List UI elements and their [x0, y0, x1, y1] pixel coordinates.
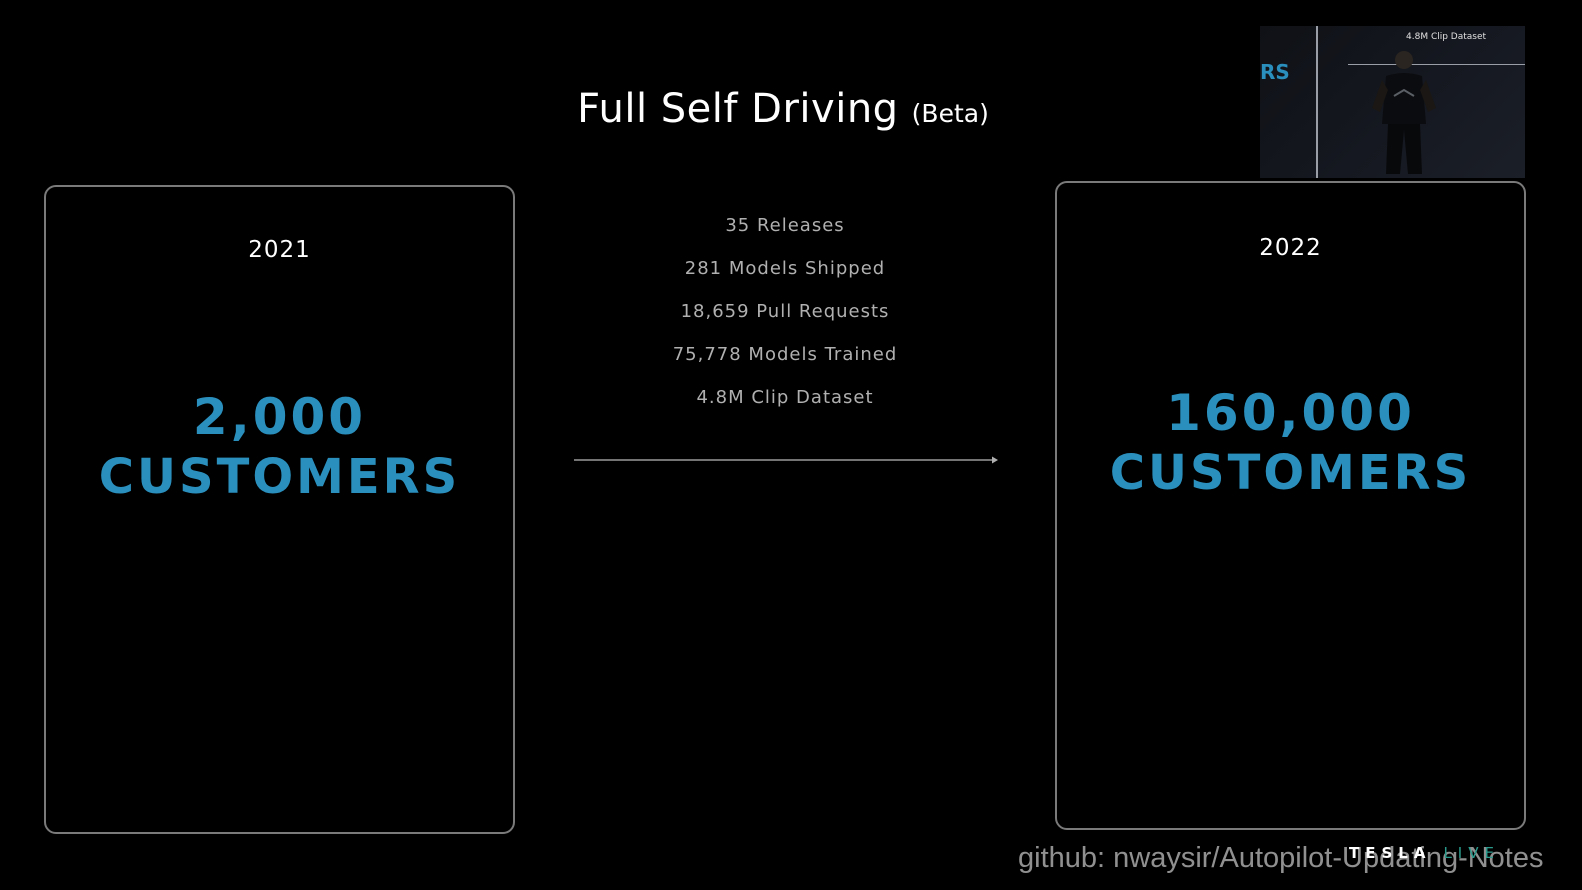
customer-label-2021: CUSTOMERS [98, 449, 461, 505]
customer-count-2022: 160,000 CUSTOMERS [1057, 383, 1524, 503]
stat-pull-requests: 18,659 Pull Requests [680, 301, 890, 322]
customer-number-2021: 2,000 [192, 388, 367, 446]
tesla-logo-word: TESLA [1349, 844, 1432, 862]
card-2021: 2021 2,000 CUSTOMERS [44, 185, 515, 834]
stat-releases: 35 Releases [725, 215, 845, 236]
stat-models-trained: 75,778 Models Trained [672, 344, 898, 365]
stats-list: 35 Releases 281 Models Shipped 18,659 Pu… [574, 212, 996, 427]
stat-models-shipped: 281 Models Shipped [684, 258, 886, 279]
card-year-2022: 2022 [1259, 235, 1322, 261]
speaker-video-inset: 4.8M Clip Dataset RS [1260, 26, 1525, 178]
customer-label-2022: CUSTOMERS [1109, 445, 1472, 501]
inset-text-fragment: RS [1260, 60, 1290, 84]
arrow-right-icon [574, 456, 998, 464]
stat-clip-dataset: 4.8M Clip Dataset [696, 387, 874, 408]
tesla-live-logo: TESLA LIVE [1349, 844, 1500, 862]
live-logo-word: LIVE [1443, 844, 1500, 862]
card-2022: 2022 160,000 CUSTOMERS [1055, 181, 1526, 830]
slide-title-suffix: (Beta) [911, 99, 989, 128]
inset-divider-vertical [1316, 26, 1318, 178]
presenter-figure-icon [1372, 51, 1436, 174]
card-year-2021: 2021 [248, 237, 311, 263]
slide-title-main: Full Self Driving [577, 86, 899, 132]
customer-count-2021: 2,000 CUSTOMERS [46, 387, 513, 507]
customer-number-2022: 160,000 [1166, 384, 1415, 442]
inset-caption: 4.8M Clip Dataset [1406, 32, 1487, 42]
